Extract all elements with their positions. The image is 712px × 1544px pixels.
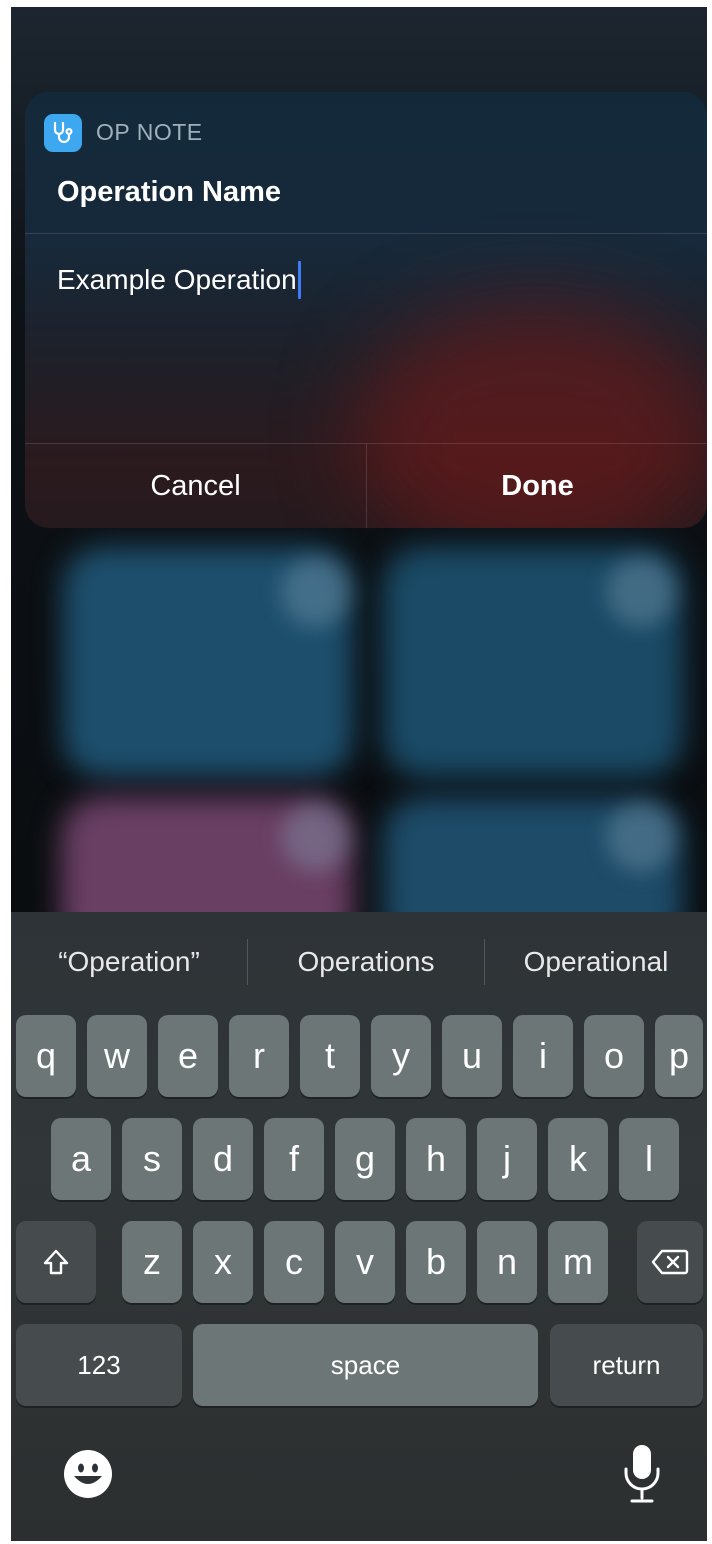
keyboard: “Operation” Operations Operational q w e… (11, 912, 707, 1541)
text-caret (297, 261, 301, 299)
key-a[interactable]: a (51, 1118, 111, 1200)
key-f[interactable]: f (264, 1118, 324, 1200)
key-c[interactable]: c (264, 1221, 324, 1303)
divider (25, 233, 707, 234)
microphone-icon (624, 1445, 660, 1503)
input-value: Example Operation (57, 264, 297, 295)
key-v[interactable]: v (335, 1221, 395, 1303)
done-button[interactable]: Done (367, 444, 707, 528)
app-name: OP NOTE (96, 119, 203, 145)
key-h[interactable]: h (406, 1118, 466, 1200)
suggestion-1[interactable]: “Operation” (11, 912, 247, 1012)
key-e[interactable]: e (158, 1015, 218, 1097)
delete-key[interactable] (637, 1221, 703, 1303)
key-y[interactable]: y (371, 1015, 431, 1097)
key-t[interactable]: t (300, 1015, 360, 1097)
stethoscope-icon (44, 114, 82, 152)
key-n[interactable]: n (477, 1221, 537, 1303)
key-q[interactable]: q (16, 1015, 76, 1097)
background-blur-glow (606, 802, 676, 872)
key-u[interactable]: u (442, 1015, 502, 1097)
background-blur-glow (606, 557, 676, 627)
shift-arrow-icon (43, 1249, 69, 1275)
key-j[interactable]: j (477, 1118, 537, 1200)
space-key[interactable]: space (193, 1324, 538, 1406)
key-i[interactable]: i (513, 1015, 573, 1097)
key-z[interactable]: z (122, 1221, 182, 1303)
phone-screen: OP NOTE Operation Name Example Operation… (11, 7, 707, 1541)
dictation-button[interactable] (615, 1442, 669, 1506)
suggestion-3[interactable]: Operational (485, 912, 707, 1012)
key-o[interactable]: o (584, 1015, 644, 1097)
key-d[interactable]: d (193, 1118, 253, 1200)
key-k[interactable]: k (548, 1118, 608, 1200)
suggestion-2[interactable]: Operations (248, 912, 484, 1012)
emoji-button[interactable] (61, 1447, 115, 1501)
emoji-smiley-icon (64, 1450, 112, 1498)
cancel-button[interactable]: Cancel (25, 444, 366, 528)
return-key[interactable]: return (550, 1324, 703, 1406)
key-g[interactable]: g (335, 1118, 395, 1200)
key-l[interactable]: l (619, 1118, 679, 1200)
key-m[interactable]: m (548, 1221, 608, 1303)
background-blur-glow (281, 557, 351, 627)
key-b[interactable]: b (406, 1221, 466, 1303)
operation-name-input[interactable]: Example Operation (57, 258, 677, 302)
dialog-title: Operation Name (57, 176, 281, 208)
key-s[interactable]: s (122, 1118, 182, 1200)
backspace-icon (651, 1249, 689, 1275)
key-r[interactable]: r (229, 1015, 289, 1097)
numbers-key[interactable]: 123 (16, 1324, 182, 1406)
background-blur-glow (281, 802, 351, 872)
key-x[interactable]: x (193, 1221, 253, 1303)
shift-key[interactable] (16, 1221, 96, 1303)
key-w[interactable]: w (87, 1015, 147, 1097)
text-input-dialog: OP NOTE Operation Name Example Operation… (25, 92, 707, 528)
key-p[interactable]: p (655, 1015, 703, 1097)
